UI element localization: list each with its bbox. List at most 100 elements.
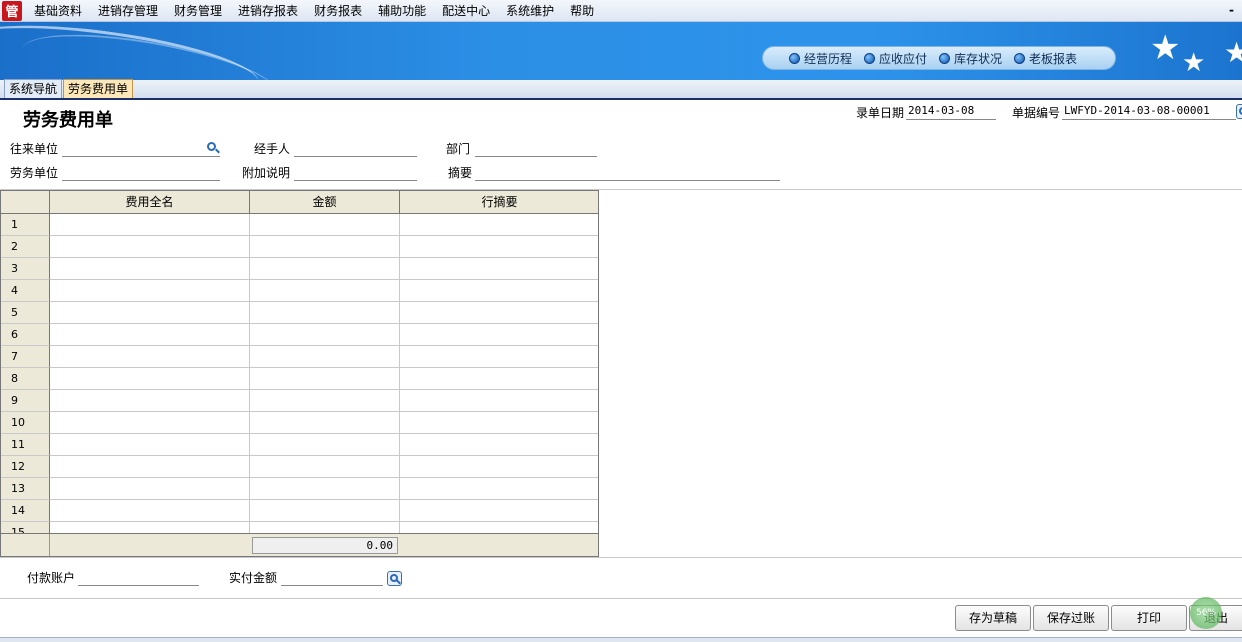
quick-link-label: 经营历程 <box>804 51 853 66</box>
banner: 经营历程 应收应付 库存状况 老板报表 ★ ★ ★ <box>0 22 1242 80</box>
note-field[interactable] <box>294 164 417 181</box>
page-title: 劳务费用单 <box>23 110 113 131</box>
cell-expense-name[interactable] <box>50 236 250 258</box>
star-icon: ★ <box>1224 36 1242 69</box>
cell-expense-name[interactable] <box>50 412 250 434</box>
cell-row-summary[interactable] <box>400 258 598 280</box>
progress-badge: 56% <box>1190 597 1222 629</box>
tab-labor-expense-form[interactable]: 劳务费用单 <box>63 79 134 98</box>
menu-inventory-reports[interactable]: 进销存报表 <box>230 1 306 21</box>
menu-help[interactable]: 帮助 <box>562 1 602 21</box>
cell-row-summary[interactable] <box>400 346 598 368</box>
cell-expense-name[interactable] <box>50 324 250 346</box>
quick-link-label: 老板报表 <box>1029 51 1078 66</box>
print-button[interactable]: 打印 <box>1111 605 1187 631</box>
handler-field[interactable] <box>294 140 417 157</box>
column-header-amount[interactable]: 金额 <box>250 191 400 214</box>
quick-links-bar: 经营历程 应收应付 库存状况 老板报表 <box>762 46 1116 70</box>
cell-amount[interactable] <box>250 214 400 236</box>
minimize-icon[interactable]: - <box>1229 0 1234 20</box>
row-number: 7 <box>1 346 50 368</box>
row-number: 2 <box>1 236 50 258</box>
department-field[interactable] <box>475 140 597 157</box>
cell-expense-name[interactable] <box>50 302 250 324</box>
cell-expense-name[interactable] <box>50 500 250 522</box>
cell-expense-name[interactable] <box>50 434 250 456</box>
cell-row-summary[interactable] <box>400 214 598 236</box>
menu-auxiliary[interactable]: 辅助功能 <box>370 1 434 21</box>
cell-amount[interactable] <box>250 324 400 346</box>
menu-distribution-center[interactable]: 配送中心 <box>434 1 498 21</box>
cell-row-summary[interactable] <box>400 434 598 456</box>
cell-amount[interactable] <box>250 258 400 280</box>
cell-amount[interactable] <box>250 390 400 412</box>
cell-expense-name[interactable] <box>50 346 250 368</box>
cell-expense-name[interactable] <box>50 258 250 280</box>
doc-number-lookup-button[interactable] <box>1236 104 1242 119</box>
cell-row-summary[interactable] <box>400 302 598 324</box>
tab-system-navigation[interactable]: 系统导航 <box>4 79 63 98</box>
paid-amount-field[interactable] <box>281 569 383 586</box>
save-draft-button[interactable]: 存为草稿 <box>955 605 1031 631</box>
amount-total: 0.00 <box>252 537 398 554</box>
menu-inventory-management[interactable]: 进销存管理 <box>90 1 166 21</box>
cell-row-summary[interactable] <box>400 412 598 434</box>
bullet-icon <box>789 52 800 64</box>
partner-field[interactable] <box>62 140 220 157</box>
payment-account-field[interactable] <box>78 569 199 586</box>
quick-link-business-history[interactable]: 经营历程 <box>789 50 852 67</box>
row-number: 6 <box>1 324 50 346</box>
row-number: 12 <box>1 456 50 478</box>
cell-row-summary[interactable] <box>400 500 598 522</box>
cell-expense-name[interactable] <box>50 280 250 302</box>
cell-row-summary[interactable] <box>400 324 598 346</box>
entry-date-field[interactable]: 2014-03-08 <box>906 103 996 120</box>
column-header-row-summary[interactable]: 行摘要 <box>400 191 598 214</box>
column-header-expense-name[interactable]: 费用全名 <box>50 191 250 214</box>
cell-amount[interactable] <box>250 478 400 500</box>
cell-amount[interactable] <box>250 500 400 522</box>
cell-amount[interactable] <box>250 280 400 302</box>
cell-amount[interactable] <box>250 368 400 390</box>
quick-link-stock-status[interactable]: 库存状况 <box>939 50 1002 67</box>
row-number: 3 <box>1 258 50 280</box>
row-number: 5 <box>1 302 50 324</box>
payment-account-label: 付款账户 <box>27 571 76 585</box>
cell-amount[interactable] <box>250 302 400 324</box>
paid-amount-lookup-button[interactable] <box>387 571 402 586</box>
cell-expense-name[interactable] <box>50 456 250 478</box>
menu-finance-management[interactable]: 财务管理 <box>166 1 230 21</box>
cell-expense-name[interactable] <box>50 390 250 412</box>
cell-amount[interactable] <box>250 456 400 478</box>
menu-basic-data[interactable]: 基础资料 <box>26 1 90 21</box>
row-number: 9 <box>1 390 50 412</box>
app-logo-icon: 管 <box>2 0 22 21</box>
quick-link-label: 应收应付 <box>879 51 928 66</box>
cell-amount[interactable] <box>250 412 400 434</box>
cell-amount[interactable] <box>250 236 400 258</box>
cell-expense-name[interactable] <box>50 214 250 236</box>
summary-field[interactable] <box>475 164 780 181</box>
partner-label: 往来单位 <box>10 142 59 156</box>
cell-row-summary[interactable] <box>400 390 598 412</box>
row-number: 8 <box>1 368 50 390</box>
menu-system-maintenance[interactable]: 系统维护 <box>498 1 562 21</box>
search-icon[interactable] <box>206 141 220 155</box>
cell-row-summary[interactable] <box>400 456 598 478</box>
save-post-button[interactable]: 保存过账 <box>1033 605 1109 631</box>
divider <box>49 534 50 556</box>
department-label: 部门 <box>446 142 471 156</box>
cell-amount[interactable] <box>250 434 400 456</box>
labor-unit-field[interactable] <box>62 164 220 181</box>
quick-link-receivable-payable[interactable]: 应收应付 <box>864 50 927 67</box>
doc-number-field[interactable]: LWFYD-2014-03-08-00001 <box>1062 103 1236 120</box>
cell-row-summary[interactable] <box>400 368 598 390</box>
cell-expense-name[interactable] <box>50 368 250 390</box>
menu-finance-reports[interactable]: 财务报表 <box>306 1 370 21</box>
cell-amount[interactable] <box>250 346 400 368</box>
cell-expense-name[interactable] <box>50 478 250 500</box>
cell-row-summary[interactable] <box>400 236 598 258</box>
cell-row-summary[interactable] <box>400 280 598 302</box>
quick-link-boss-reports[interactable]: 老板报表 <box>1014 50 1077 67</box>
cell-row-summary[interactable] <box>400 478 598 500</box>
